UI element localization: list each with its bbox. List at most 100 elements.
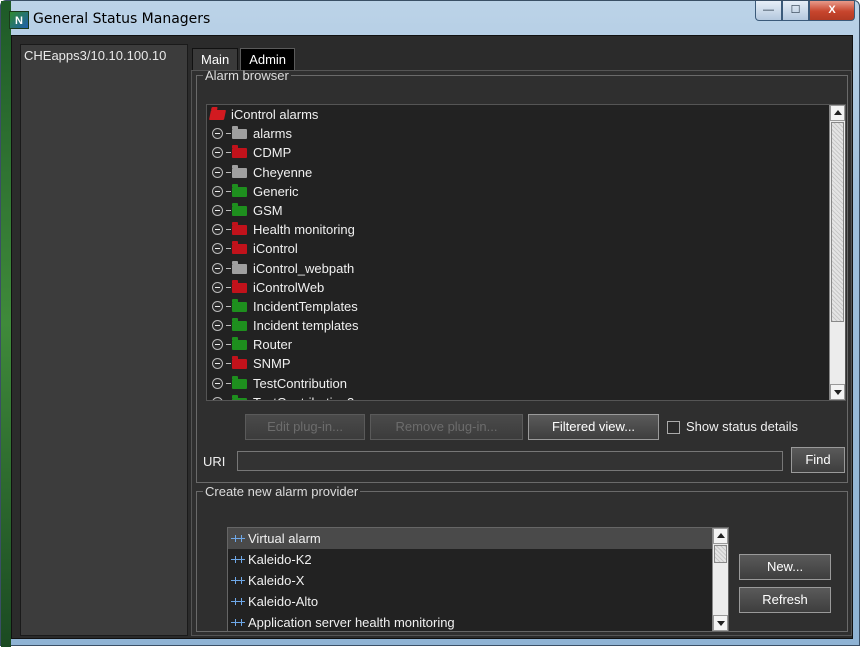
tree-item-label: iControlWeb [253, 279, 325, 295]
tree-item-label: iControl_webpath [253, 260, 355, 276]
provider-item[interactable]: Kaleido-K2 [228, 549, 712, 570]
tree-connector [226, 363, 231, 365]
create-provider-group: Create new alarm provider Virtual alarm K… [196, 484, 848, 632]
tree-item[interactable]: SNMP [207, 354, 830, 373]
expand-toggle-icon[interactable] [212, 147, 223, 159]
tree-item[interactable]: CDMP [207, 143, 830, 162]
plugin-icon [231, 597, 245, 606]
desktop-edge [1, 1, 11, 647]
tree-item[interactable]: Health monitoring [207, 220, 830, 239]
tree-item[interactable]: iControl_webpath [207, 259, 830, 278]
tree-item-label: alarms [253, 126, 293, 142]
provider-list: Virtual alarm Kaleido-K2 Kaleido-X Kaleido-… [227, 527, 729, 632]
maximize-button[interactable]: ☐ [782, 1, 809, 21]
scroll-up-arrow-icon[interactable] [830, 105, 845, 121]
tree-root[interactable]: iControl alarms [207, 105, 830, 124]
show-status-details-checkbox[interactable] [667, 421, 680, 434]
expand-toggle-icon[interactable] [212, 224, 223, 236]
tab-admin[interactable]: Admin [240, 48, 296, 70]
tree-item[interactable]: Incident templates [207, 316, 830, 335]
window-title: General Status Managers [33, 11, 211, 27]
tree-item[interactable]: GSM [207, 201, 830, 220]
remove-plugin-button[interactable]: Remove plug-in... [370, 414, 523, 440]
provider-item[interactable]: Application server health monitoring [228, 612, 712, 631]
expand-toggle-icon[interactable] [212, 243, 223, 255]
tree-item[interactable]: iControlWeb [207, 278, 830, 297]
tree-item-label: GSM [253, 202, 283, 218]
filtered-view-button[interactable]: Filtered view... [528, 414, 659, 440]
alarm-tree-scrollbar[interactable] [829, 105, 845, 400]
tree-item[interactable]: Router [207, 335, 830, 354]
expand-toggle-icon[interactable] [212, 396, 223, 400]
folder-icon [232, 298, 247, 312]
tree-item-label: Health monitoring [253, 222, 355, 238]
provider-item[interactable]: Kaleido-Alto [228, 591, 712, 612]
tree-item[interactable]: Cheyenne [207, 163, 830, 182]
tree-item-label: IncidentTemplates [253, 298, 358, 314]
tree-item[interactable]: iControl [207, 239, 830, 258]
minimize-button[interactable]: — [755, 1, 782, 21]
alarm-browser-group: Alarm browser iControl alarms alarms CDMP… [196, 68, 848, 483]
folder-icon [232, 394, 247, 400]
expand-toggle-icon[interactable] [212, 128, 223, 140]
expand-toggle-icon[interactable] [212, 377, 223, 389]
folder-open-icon [208, 110, 227, 120]
tree-item-label: Incident templates [253, 318, 359, 334]
expand-toggle-icon[interactable] [212, 339, 223, 351]
scroll-thumb[interactable] [714, 545, 727, 563]
tree-connector [226, 286, 231, 288]
edit-plugin-button[interactable]: Edit plug-in... [245, 414, 365, 440]
folder-icon [232, 145, 247, 159]
expand-toggle-icon[interactable] [212, 204, 223, 216]
scroll-thumb[interactable] [831, 122, 844, 322]
folder-icon [232, 356, 247, 370]
folder-icon [232, 126, 247, 140]
expand-toggle-icon[interactable] [212, 320, 223, 332]
alarm-tree-list: iControl alarms alarms CDMP Cheyenne Generi… [207, 105, 830, 400]
title-bar[interactable]: N General Status Managers — ☐ X [1, 1, 860, 35]
expand-toggle-icon[interactable] [212, 262, 223, 274]
folder-icon [232, 260, 247, 274]
tree-item-label: TestContribution [253, 375, 347, 391]
folder-icon [232, 222, 247, 236]
provider-list-scrollbar[interactable] [712, 528, 728, 631]
scroll-down-arrow-icon[interactable] [830, 384, 845, 400]
show-status-details-label[interactable]: Show status details [686, 419, 798, 434]
tree-connector [226, 171, 231, 173]
plugin-icon [231, 576, 245, 585]
tab-main[interactable]: Main [192, 48, 239, 70]
provider-item-label: Kaleido-X [248, 573, 305, 588]
folder-icon [232, 164, 247, 178]
tree-item[interactable]: alarms [207, 124, 830, 143]
server-tree-panel: CHEapps3/10.10.100.10 [20, 44, 188, 636]
refresh-button[interactable]: Refresh [739, 587, 831, 613]
expand-toggle-icon[interactable] [212, 281, 223, 293]
uri-input[interactable] [237, 451, 783, 471]
find-button[interactable]: Find [791, 447, 845, 473]
folder-icon [232, 202, 247, 216]
expand-toggle-icon[interactable] [212, 358, 223, 370]
provider-item-label: Application server health monitoring [248, 615, 455, 630]
tree-item[interactable]: TestContribution [207, 374, 830, 393]
tree-item[interactable]: TestContribution2 [207, 393, 830, 400]
expand-toggle-icon[interactable] [212, 166, 223, 178]
server-node[interactable]: CHEapps3/10.10.100.10 [23, 47, 187, 65]
tree-connector [226, 344, 231, 346]
tree-connector [226, 152, 231, 154]
scroll-up-arrow-icon[interactable] [713, 528, 728, 544]
tree-item-label: iControl [253, 241, 298, 257]
folder-icon [232, 375, 247, 389]
provider-item[interactable]: Kaleido-X [228, 570, 712, 591]
provider-item[interactable]: Virtual alarm [228, 528, 712, 549]
tree-item[interactable]: Generic [207, 182, 830, 201]
folder-icon [232, 318, 247, 332]
close-button[interactable]: X [809, 1, 855, 21]
new-provider-button[interactable]: New... [739, 554, 831, 580]
app-icon: N [9, 11, 29, 29]
expand-toggle-icon[interactable] [212, 300, 223, 312]
tree-item[interactable]: IncidentTemplates [207, 297, 830, 316]
scroll-down-arrow-icon[interactable] [713, 615, 728, 631]
window-controls: — ☐ X [755, 1, 855, 21]
expand-toggle-icon[interactable] [212, 185, 223, 197]
provider-item-label: Virtual alarm [248, 531, 321, 546]
